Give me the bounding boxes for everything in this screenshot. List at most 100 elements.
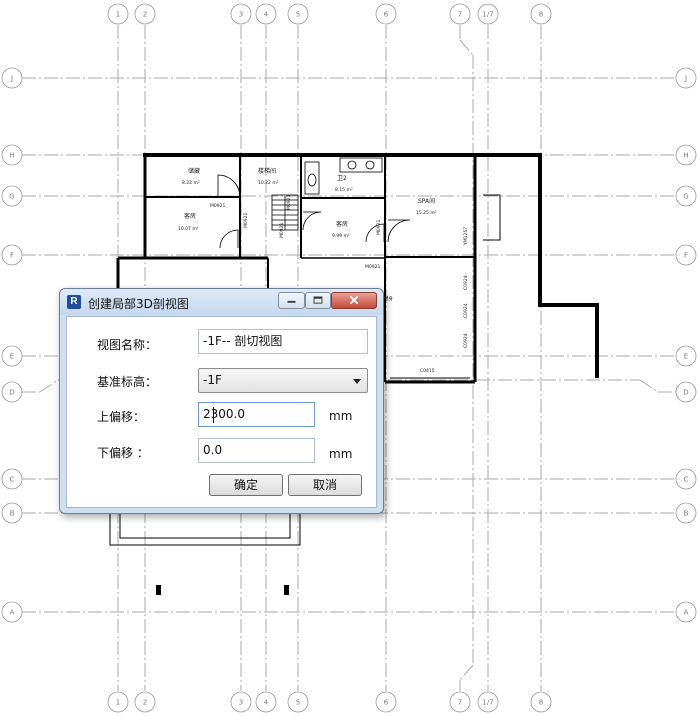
grid-bubble-label: E [684, 353, 688, 361]
room-area: 9.99 m² [332, 233, 350, 239]
grid-bubble-label: B [10, 510, 15, 518]
grid-bubble[interactable]: 8 [530, 3, 552, 25]
grid-bubble-label: 4 [264, 11, 269, 19]
upper-offset-input[interactable]: 2300.0 [198, 402, 315, 427]
grid-bubble[interactable]: 5 [287, 3, 309, 25]
grid-bubble-label: 1/7 [482, 11, 493, 19]
grid-line [459, 664, 474, 681]
grid-bubble[interactable]: 7 [449, 691, 471, 713]
grid-bubble-label: 5 [296, 11, 300, 19]
grid-bubble-label: 4 [264, 699, 269, 707]
grid-line [39, 379, 59, 393]
cancel-button[interactable]: 取消 [288, 474, 362, 496]
grid-bubble[interactable]: 6 [375, 691, 397, 713]
grid-bubble[interactable]: F [1, 244, 23, 266]
room-area: 10.07 m² [178, 226, 199, 232]
dialog-title: 创建局部3D剖视图 [88, 297, 189, 311]
door-tag: M0921 [376, 220, 382, 235]
grid-bubble[interactable]: D [1, 381, 23, 403]
revit-app-icon: R [67, 295, 81, 309]
dialog-titlebar[interactable]: R 创建局部3D剖视图 [60, 289, 383, 315]
room-name: 卫2 [337, 175, 347, 182]
chevron-down-icon[interactable] [353, 379, 361, 384]
grid-bubble-label: 2 [143, 11, 147, 19]
grid-bubble[interactable]: J [1, 67, 23, 89]
grid-bubble[interactable]: 7 [449, 3, 471, 25]
room-area: 8.15 m² [335, 187, 353, 193]
base-level-select[interactable]: -1F [198, 368, 368, 393]
dialog-body: 视图名称： -1F-- 剖切视图 基准标高： -1F 上偏移： 2300.0 m… [66, 316, 377, 508]
grid-bubble[interactable]: C [675, 468, 697, 490]
lower-offset-input[interactable]: 0.0 [198, 438, 315, 463]
room-name: 楼梯间 [258, 167, 276, 175]
grid-bubble[interactable]: 4 [255, 691, 277, 713]
grid-bubble-label: E [10, 353, 14, 361]
grid-bubble[interactable]: B [675, 502, 697, 524]
grid-bubble[interactable]: 5 [287, 691, 309, 713]
grid-bubble[interactable]: E [675, 345, 697, 367]
grid-bubble-label: C [10, 476, 15, 484]
door-tag: M0921 [286, 195, 292, 210]
grid-bubble[interactable]: F [675, 244, 697, 266]
grid-bubble-label: 2 [143, 699, 147, 707]
window-tag: C0924 [463, 303, 469, 318]
grid-bubble[interactable]: A [1, 601, 23, 623]
grid-bubble[interactable]: D [675, 381, 697, 403]
door-tag: M0921 [279, 223, 285, 238]
grid-bubble[interactable]: 1/7 [477, 3, 499, 25]
room-name: 储藏 [188, 167, 200, 175]
create-3d-section-dialog[interactable]: R 创建局部3D剖视图 视图名称： -1F-- 剖切视图 基准标高： -1F 上… [59, 288, 384, 514]
grid-bubble[interactable]: 1/7 [477, 691, 499, 713]
grid-bubble-label: G [683, 193, 688, 201]
lower-offset-label: 下偏移 ： [97, 446, 149, 460]
maximize-button[interactable] [305, 292, 331, 309]
room-name: 健身 [384, 295, 393, 302]
grid-bubble[interactable]: 1 [107, 3, 129, 25]
room-area: 10.22 m² [258, 180, 279, 186]
grid-bubble-label: A [10, 609, 15, 617]
minimize-button[interactable] [278, 292, 305, 309]
grid-bubble[interactable]: 6 [375, 3, 397, 25]
room-area: 8.22 m² [182, 180, 200, 186]
grid-bubble-label: 8 [539, 11, 543, 19]
grid-bubble[interactable]: B [1, 502, 23, 524]
ok-button[interactable]: 确定 [209, 474, 283, 496]
room-area: 15.25 m² [416, 210, 437, 216]
grid-bubble[interactable]: G [1, 185, 23, 207]
window-tag: C0924 [463, 275, 469, 290]
close-icon [349, 295, 359, 305]
grid-line [639, 379, 659, 393]
grid-bubble-label: 3 [239, 699, 243, 707]
grid-bubble[interactable]: G [675, 185, 697, 207]
grid-bubble[interactable]: 8 [530, 691, 552, 713]
grid-bubble-label: J [10, 75, 13, 83]
lower-offset-unit: mm [329, 447, 353, 461]
grid-bubble[interactable]: H [1, 144, 23, 166]
grid-bubble[interactable]: 3 [230, 3, 252, 25]
grid-bubble[interactable]: 3 [230, 691, 252, 713]
grid-bubble[interactable]: 4 [255, 3, 277, 25]
grid-bubble-label: B [684, 510, 689, 518]
grid-bubble-label: 1 [116, 699, 120, 707]
grid-bubble[interactable]: 2 [134, 3, 156, 25]
close-button[interactable] [331, 292, 377, 309]
grid-bubble-label: 3 [239, 11, 243, 19]
grid-bubble[interactable]: A [675, 601, 697, 623]
grid-bubble[interactable]: 2 [134, 691, 156, 713]
grid-bubble[interactable]: 1 [107, 691, 129, 713]
grid-bubble-label: G [9, 193, 14, 201]
room-name: 客房 [184, 212, 196, 220]
grid-bubble[interactable]: C [1, 468, 23, 490]
grid-bubble[interactable]: E [1, 345, 23, 367]
grid-bubble-label: F [10, 252, 14, 260]
grid-bubble[interactable]: J [675, 67, 697, 89]
column-markers [156, 585, 289, 595]
grid-bubble-label: 5 [296, 699, 300, 707]
view-name-input[interactable]: -1F-- 剖切视图 [198, 329, 368, 354]
room-name: 客房 [336, 220, 348, 228]
grid-bubble[interactable]: H [675, 144, 697, 166]
maximize-icon [313, 296, 323, 304]
grid-bubble-label: 1/7 [482, 699, 493, 707]
text-caret [213, 407, 214, 423]
grid-bubble-label: C [684, 476, 689, 484]
